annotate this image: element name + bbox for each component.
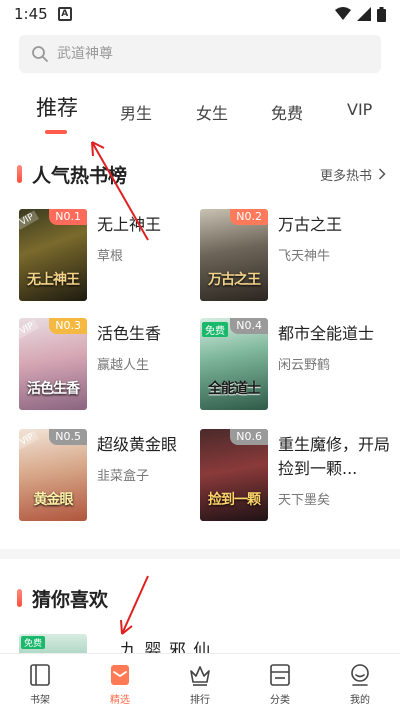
nav-label: 排行 (190, 695, 210, 706)
section-title: 猜你喜欢 (32, 588, 109, 611)
section-title: 人气热书榜 (32, 164, 128, 187)
book-title[interactable]: 活色生香 (97, 322, 209, 346)
free-tag: 免费 (21, 636, 46, 649)
ranking-crown-icon (190, 666, 210, 686)
more-label: 更多热书 (319, 168, 372, 184)
book-item[interactable]: VIP 无上神王 N0.1 无上神王 草根 (19, 209, 199, 301)
book-cover[interactable]: 免费 (19, 634, 87, 654)
vip-tag: VIP (19, 430, 40, 450)
tab-male[interactable]: 男生 (120, 100, 152, 124)
section-accent-bar (17, 589, 22, 607)
section-divider (0, 549, 400, 559)
book-author: 飞天神牛 (278, 249, 331, 264)
rank-badge: N0.1 (49, 209, 87, 225)
cover-title: 捡到一颗 (208, 492, 261, 508)
nav-label: 精选 (110, 695, 130, 706)
more-hot-books-link[interactable]: 更多热书 (320, 165, 386, 184)
cover-title: 黄金眼 (33, 492, 74, 508)
book-item[interactable]: 万古之王 N0.2 万古之王 飞天神牛 (200, 209, 380, 301)
book-author: 天下墨矣 (278, 493, 331, 508)
guess-first-book[interactable]: 免费 九.婴.邪.仙 (0, 630, 400, 654)
cover-title: 无上神王 (27, 272, 80, 288)
cover-title: 万古之王 (208, 272, 261, 288)
tab-recommend[interactable]: 推荐 (36, 92, 78, 122)
book-title[interactable]: 重生魔修，开局捡到一颗... (278, 433, 390, 481)
notification-a-icon: A (57, 7, 72, 21)
nav-ranking[interactable]: 排行 (160, 654, 240, 710)
book-title[interactable]: 万古之王 (278, 213, 390, 237)
book-cover[interactable]: 万古之王 N0.2 (200, 209, 268, 301)
book-cover[interactable]: VIP 黄金眼 N0.5 (19, 429, 87, 521)
chevron-right-icon (378, 168, 386, 180)
wifi-icon (335, 7, 351, 20)
book-author: 闲云野鹤 (278, 358, 331, 373)
nav-label: 书架 (30, 695, 50, 706)
nav-category[interactable]: 分类 (240, 654, 320, 710)
bottom-navigation: 书架 精选 排行 分类 我的 (0, 653, 400, 710)
book-author: 韭菜盒子 (97, 469, 150, 484)
rank-badge: N0.3 (49, 318, 87, 334)
search-icon (32, 46, 48, 62)
search-box[interactable] (19, 35, 381, 73)
book-cover[interactable]: 捡到一颗 N0.6 (200, 429, 268, 521)
rank-badge: N0.5 (49, 429, 87, 445)
tab-vip[interactable]: VIP (347, 100, 372, 119)
status-icons (335, 6, 386, 22)
signal-icon (357, 7, 371, 21)
bookshelf-icon (30, 664, 50, 686)
vip-tag: VIP (19, 319, 40, 339)
nav-featured[interactable]: 精选 (80, 654, 160, 710)
status-bar: 1:45 A (0, 0, 400, 28)
book-item[interactable]: 捡到一颗 N0.6 重生魔修，开局捡到一颗... 天下墨矣 (200, 429, 390, 521)
free-tag: 免费 (202, 322, 228, 337)
profile-icon (351, 664, 369, 686)
vip-tag: VIP (19, 210, 40, 230)
nav-profile[interactable]: 我的 (320, 654, 400, 710)
category-icon (270, 664, 290, 686)
book-title[interactable]: 超级黄金眼 (97, 433, 209, 457)
book-item[interactable]: VIP 黄金眼 N0.5 超级黄金眼 韭菜盒子 (19, 429, 199, 521)
book-title[interactable]: 都市全能道士 (278, 322, 390, 346)
rank-badge: N0.2 (230, 209, 268, 225)
status-time: 1:45 (14, 5, 48, 23)
cover-title: 全能道士 (208, 381, 261, 397)
book-title[interactable]: 无上神王 (97, 213, 209, 237)
nav-bookshelf[interactable]: 书架 (0, 654, 80, 710)
category-tabs: 推荐 男生 女生 免费 VIP (0, 92, 400, 138)
guess-section-header: 猜你喜欢 (0, 583, 400, 613)
tab-female[interactable]: 女生 (196, 100, 228, 124)
book-cover[interactable]: VIP 无上神王 N0.1 (19, 209, 87, 301)
book-item[interactable]: VIP 活色生香 N0.3 活色生香 赢越人生 (19, 318, 199, 410)
rank-badge: N0.6 (230, 429, 268, 445)
book-author: 赢越人生 (97, 358, 150, 373)
book-item[interactable]: 免费 全能道士 N0.4 都市全能道士 闲云野鹤 (200, 318, 380, 410)
nav-label: 我的 (350, 695, 370, 706)
hot-section-header: 人气热书榜 更多热书 (0, 159, 400, 189)
search-input[interactable] (57, 46, 357, 62)
battery-icon (377, 6, 386, 22)
cover-title: 活色生香 (27, 381, 80, 397)
book-title[interactable]: 九.婴.邪.仙 (120, 636, 211, 654)
book-cover[interactable]: 免费 全能道士 N0.4 (200, 318, 268, 410)
tab-free[interactable]: 免费 (271, 100, 303, 124)
section-accent-bar (17, 165, 22, 183)
book-cover[interactable]: VIP 活色生香 N0.3 (19, 318, 87, 410)
featured-icon (111, 665, 129, 685)
nav-label: 分类 (270, 695, 290, 706)
rank-badge: N0.4 (230, 318, 268, 334)
active-tab-indicator (45, 130, 67, 134)
book-author: 草根 (97, 249, 124, 264)
